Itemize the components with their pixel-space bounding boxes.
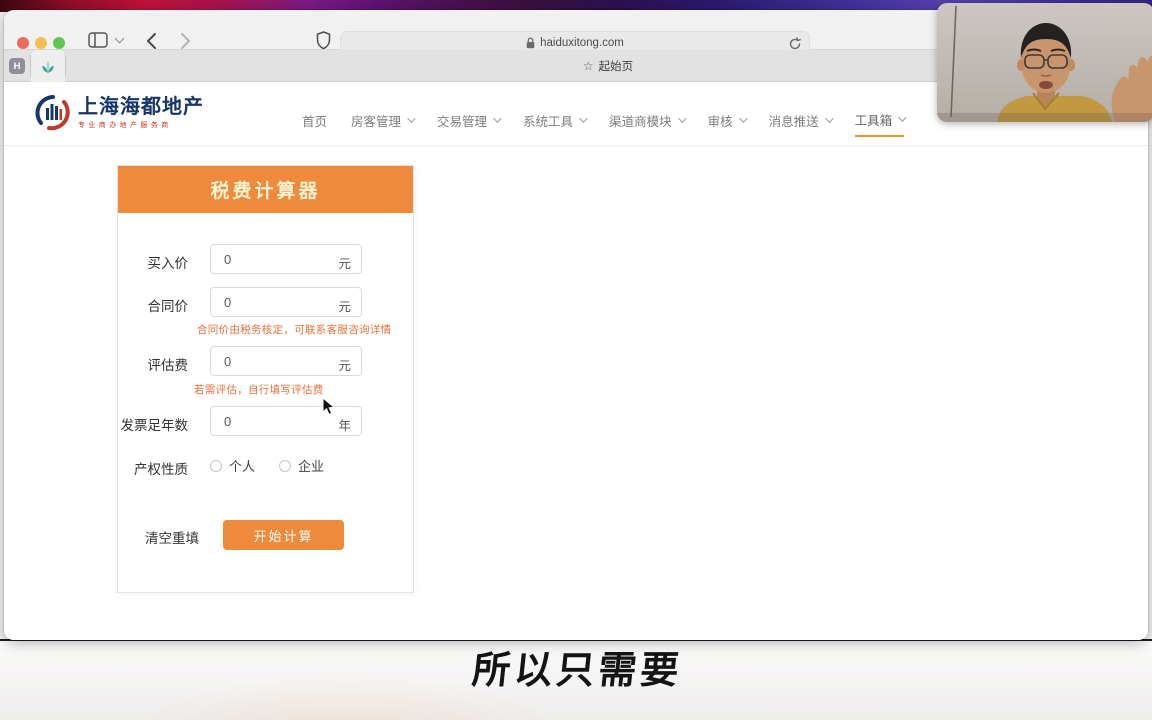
star-icon: ☆ bbox=[583, 59, 594, 73]
invoice-years-field: 年 bbox=[210, 406, 362, 436]
start-calculate-button[interactable]: 开始计算 bbox=[223, 520, 344, 550]
nav-item-message-push[interactable]: 消息推送 bbox=[769, 91, 831, 137]
page-content: 税费计算器 买入价 元 合同价 元 合同价由税务核定，可联系客服咨询详情 评估费… bbox=[4, 147, 1148, 640]
nav-label: 房客管理 bbox=[351, 111, 401, 130]
minimize-button[interactable] bbox=[35, 37, 47, 49]
contract-price-unit: 元 bbox=[338, 296, 351, 315]
nav-item-channel-module[interactable]: 渠道商模块 bbox=[609, 91, 684, 137]
radio-option-enterprise[interactable]: 企业 bbox=[279, 456, 324, 475]
contract-price-label: 合同价 bbox=[118, 295, 188, 315]
radio-circle-icon[interactable] bbox=[210, 460, 222, 472]
nav-item-system-tools[interactable]: 系统工具 bbox=[523, 91, 585, 137]
plant-icon bbox=[40, 59, 56, 74]
logo-title: 上海海都地产 bbox=[78, 96, 204, 118]
zoom-button[interactable] bbox=[53, 37, 65, 49]
back-icon[interactable] bbox=[146, 32, 157, 50]
appraisal-fee-hint: 若需评估，自行填写评估费 bbox=[194, 382, 324, 397]
card-title: 税费计算器 bbox=[210, 176, 320, 203]
nav-label: 消息推送 bbox=[769, 111, 819, 130]
invoice-years-label: 发票足年数 bbox=[118, 414, 188, 434]
radio-circle-icon[interactable] bbox=[279, 460, 291, 472]
nav-item-toolbox[interactable]: 工具箱 bbox=[855, 91, 905, 137]
nav-item-tenant-management[interactable]: 房客管理 bbox=[351, 91, 413, 137]
close-button[interactable] bbox=[17, 37, 29, 49]
ownership-type-options: 个人 企业 bbox=[210, 456, 324, 475]
url-text: haiduxitong.com bbox=[540, 37, 624, 49]
main-nav: 首页 房客管理 交易管理 系统工具 渠道商模块 bbox=[302, 82, 904, 146]
invoice-years-unit: 年 bbox=[338, 415, 351, 434]
buy-price-field: 元 bbox=[210, 244, 362, 274]
pinned-tab-h[interactable]: H bbox=[9, 58, 25, 74]
contract-price-hint: 合同价由税务核定，可联系客服咨询详情 bbox=[197, 322, 391, 337]
appraisal-fee-field: 元 bbox=[210, 346, 362, 376]
nav-label: 渠道商模块 bbox=[609, 111, 672, 130]
chevron-down-icon bbox=[579, 114, 587, 122]
radio-option-individual[interactable]: 个人 bbox=[210, 456, 255, 475]
site-logo[interactable]: 上海海都地产 专业商办地产服务商 bbox=[34, 94, 204, 132]
video-subtitle: 所以只需要 bbox=[467, 648, 685, 720]
chevron-down-icon bbox=[493, 114, 501, 122]
lock-icon bbox=[526, 37, 535, 49]
chevron-down-icon bbox=[678, 114, 686, 122]
nav-label: 工具箱 bbox=[855, 110, 893, 129]
clear-reset-link[interactable]: 清空重填 bbox=[145, 527, 199, 547]
chevron-down-icon bbox=[825, 114, 833, 122]
sidebar-icon[interactable] bbox=[88, 32, 108, 48]
forward-icon[interactable] bbox=[180, 32, 191, 50]
chevron-down-icon bbox=[407, 114, 415, 122]
logo-mark-icon bbox=[34, 94, 72, 132]
appraisal-fee-unit: 元 bbox=[338, 355, 351, 374]
pinned-tab-site[interactable] bbox=[31, 50, 65, 82]
video-subtitle-band: 所以只需要 bbox=[0, 641, 1152, 720]
sidebar-chevron-down-icon[interactable] bbox=[115, 34, 125, 44]
mouse-cursor-icon bbox=[322, 397, 335, 416]
buy-price-unit: 元 bbox=[338, 253, 351, 272]
tab-title-text: 起始页 bbox=[599, 58, 634, 74]
logo-subtitle: 专业商办地产服务商 bbox=[78, 120, 204, 130]
reload-icon[interactable] bbox=[788, 37, 802, 51]
nav-label: 审核 bbox=[708, 111, 733, 130]
presenter-video bbox=[937, 3, 1152, 122]
radio-label: 个人 bbox=[229, 456, 255, 475]
webcam-overlay bbox=[937, 3, 1152, 122]
nav-item-transaction-management[interactable]: 交易管理 bbox=[437, 91, 499, 137]
nav-item-audit[interactable]: 审核 bbox=[708, 91, 745, 137]
nav-item-home[interactable]: 首页 bbox=[302, 91, 327, 137]
chevron-down-icon bbox=[739, 114, 747, 122]
nav-label: 首页 bbox=[302, 111, 327, 130]
buy-price-label: 买入价 bbox=[118, 252, 188, 272]
card-header: 税费计算器 bbox=[118, 166, 413, 213]
chevron-down-icon bbox=[898, 113, 906, 121]
nav-label: 交易管理 bbox=[437, 111, 487, 130]
radio-label: 企业 bbox=[298, 456, 324, 475]
tax-calculator-card: 税费计算器 买入价 元 合同价 元 合同价由税务核定，可联系客服咨询详情 评估费… bbox=[117, 165, 414, 593]
contract-price-field: 元 bbox=[210, 287, 362, 317]
appraisal-fee-label: 评估费 bbox=[118, 354, 188, 374]
shield-icon[interactable] bbox=[316, 31, 331, 50]
nav-label: 系统工具 bbox=[523, 111, 573, 130]
ownership-type-label: 产权性质 bbox=[118, 458, 188, 478]
tab-separator bbox=[65, 55, 66, 77]
screen: 所以只需要 bbox=[0, 0, 1152, 720]
